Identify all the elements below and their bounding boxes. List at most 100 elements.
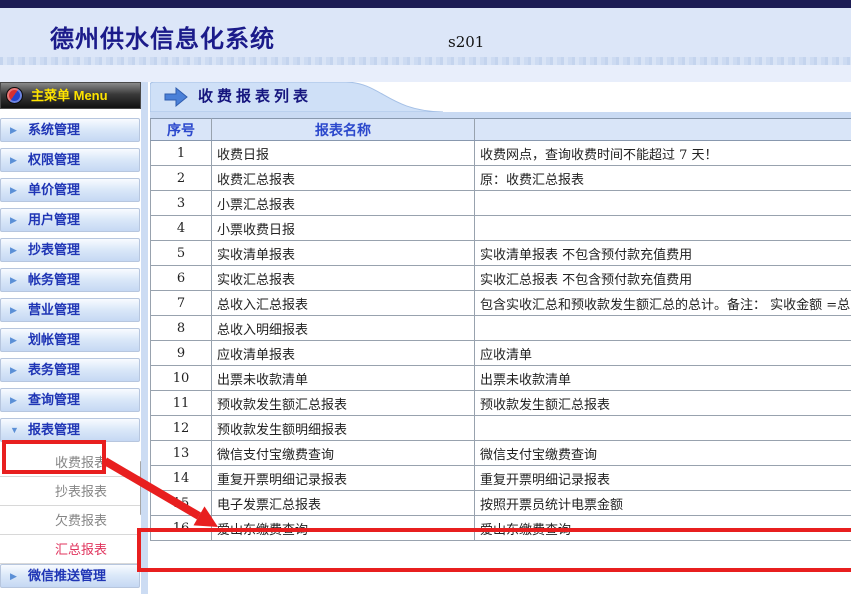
- report-name[interactable]: 总收入明细报表: [212, 316, 475, 341]
- sidebar-item-label: 查询管理: [28, 389, 80, 411]
- chevron-right-icon: ▶: [10, 269, 17, 291]
- sidebar-item-label: 营业管理: [28, 299, 80, 321]
- row-number: 6: [151, 266, 212, 291]
- tab-fee-report-list: 收费报表列表: [150, 82, 450, 112]
- sidebar-item-query-mgmt[interactable]: ▶ 查询管理: [0, 388, 140, 412]
- sidebar-item-wechat-push-mgmt[interactable]: ▶ 微信推送管理: [0, 564, 140, 588]
- row-number: 5: [151, 241, 212, 266]
- sidebar-subitem-fee-report[interactable]: 收费报表: [0, 448, 140, 477]
- chevron-right-icon: ▶: [10, 119, 17, 141]
- table-row[interactable]: 12预收款发生额明细报表: [151, 416, 851, 441]
- chevron-right-icon: ▶: [10, 389, 17, 411]
- table-row[interactable]: 13微信支付宝缴费查询微信支付宝缴费查询: [151, 441, 851, 466]
- row-number: 11: [151, 391, 212, 416]
- report-note: [475, 416, 851, 441]
- sidebar-item-report-mgmt[interactable]: ▼报表管理: [0, 418, 140, 442]
- chevron-right-icon: ▶: [10, 299, 17, 321]
- sidebar-subitem-arrears-report[interactable]: 欠费报表: [0, 506, 140, 535]
- report-name[interactable]: 小票汇总报表: [212, 191, 475, 216]
- report-note: 应收清单: [475, 341, 851, 366]
- sidebar-subitem-meter-reading-report[interactable]: 抄表报表: [0, 477, 140, 506]
- column-header-note: [475, 119, 851, 141]
- sidebar-item-system-mgmt[interactable]: ▶ 系统管理: [0, 118, 140, 142]
- sidebar-menu: ▶系统管理▶权限管理▶单价管理▶用户管理▶抄表管理▶帐务管理▶营业管理▶划帐管理…: [0, 118, 140, 594]
- table-row[interactable]: 1收费日报收费网点，查询收费时间不能超过 7 天！: [151, 141, 851, 166]
- sidebar-item-label: 微信推送管理: [28, 565, 106, 587]
- report-name[interactable]: 爱山东缴费查询: [212, 516, 475, 541]
- report-note: 预收款发生额汇总报表: [475, 391, 851, 416]
- table-row[interactable]: 2收费汇总报表原：收费汇总报表: [151, 166, 851, 191]
- row-number: 2: [151, 166, 212, 191]
- sidebar-item-meter-reading-mgmt[interactable]: ▶抄表管理: [0, 238, 140, 262]
- chevron-right-icon: ▶: [10, 209, 17, 231]
- report-name[interactable]: 收费日报: [212, 141, 475, 166]
- sidebar-subitem-summary-report[interactable]: 汇总报表: [0, 535, 140, 564]
- sidebar-item-business-mgmt[interactable]: ▶ 营业管理: [0, 298, 140, 322]
- table-row[interactable]: 15电子发票汇总报表按照开票员统计电票金额: [151, 491, 851, 516]
- table-row[interactable]: 3小票汇总报表: [151, 191, 851, 216]
- menu-logo-icon: [6, 87, 23, 104]
- table-row[interactable]: 16爱山东缴费查询爱山东缴费查询: [151, 516, 851, 541]
- report-note: 重复开票明细记录报表: [475, 466, 851, 491]
- report-note: [475, 191, 851, 216]
- report-note: 包含实收汇总和预收款发生额汇总的总计。备注： 实收金额 =总: [475, 291, 851, 316]
- report-name[interactable]: 应收清单报表: [212, 341, 475, 366]
- table-row[interactable]: 5实收清单报表实收清单报表 不包含预付款充值费用: [151, 241, 851, 266]
- sidebar-item-unit-price-mgmt[interactable]: ▶单价管理: [0, 178, 140, 202]
- report-name[interactable]: 收费汇总报表: [212, 166, 475, 191]
- report-name[interactable]: 预收款发生额汇总报表: [212, 391, 475, 416]
- report-name[interactable]: 实收汇总报表: [212, 266, 475, 291]
- table-header-row: 序号 报表名称: [151, 119, 851, 141]
- report-name[interactable]: 重复开票明细记录报表: [212, 466, 475, 491]
- sidebar-right-strip: [141, 82, 148, 594]
- column-header-number: 序号: [151, 119, 212, 141]
- table-row[interactable]: 7总收入汇总报表包含实收汇总和预收款发生额汇总的总计。备注： 实收金额 =总: [151, 291, 851, 316]
- row-number: 7: [151, 291, 212, 316]
- sidebar-item-label: 帐务管理: [28, 269, 80, 291]
- row-number: 16: [151, 516, 212, 541]
- report-name[interactable]: 出票未收款清单: [212, 366, 475, 391]
- report-name[interactable]: 实收清单报表: [212, 241, 475, 266]
- top-navy-bar: [0, 0, 851, 8]
- sidebar-item-meter-mgmt[interactable]: ▶表务管理: [0, 358, 140, 382]
- app-header: 德州供水信息化系统 s201: [0, 8, 851, 57]
- report-note: 爱山东缴费查询: [475, 516, 851, 541]
- report-name[interactable]: 预收款发生额明细报表: [212, 416, 475, 441]
- row-number: 15: [151, 491, 212, 516]
- report-note: 收费网点，查询收费时间不能超过 7 天！: [475, 141, 851, 166]
- tab-title: 收费报表列表: [198, 82, 312, 111]
- report-name[interactable]: 电子发票汇总报表: [212, 491, 475, 516]
- header-texture-band: [0, 57, 851, 65]
- chevron-right-icon: ▶: [10, 149, 17, 171]
- row-number: 8: [151, 316, 212, 341]
- report-note: [475, 316, 851, 341]
- table-row[interactable]: 8总收入明细报表: [151, 316, 851, 341]
- sidebar-item-user-mgmt[interactable]: ▶用户管理: [0, 208, 140, 232]
- report-name[interactable]: 微信支付宝缴费查询: [212, 441, 475, 466]
- main-panel: 收费报表列表 序号 报表名称 1收费日报收费网点，查询收费时间不能超过 7 天！…: [150, 82, 851, 594]
- sidebar-item-account-mgmt[interactable]: ▶ 帐务管理: [0, 268, 140, 292]
- report-note: 按照开票员统计电票金额: [475, 491, 851, 516]
- report-name[interactable]: 总收入汇总报表: [212, 291, 475, 316]
- report-name[interactable]: 小票收费日报: [212, 216, 475, 241]
- chevron-right-icon: ▶: [10, 565, 17, 587]
- table-row[interactable]: 14重复开票明细记录报表重复开票明细记录报表: [151, 466, 851, 491]
- tab-arrow-icon: [164, 85, 188, 109]
- table-row[interactable]: 11预收款发生额汇总报表预收款发生额汇总报表: [151, 391, 851, 416]
- sidebar-item-label: 抄表管理: [28, 239, 80, 261]
- table-row[interactable]: 6实收汇总报表实收汇总报表 不包含预付款充值费用: [151, 266, 851, 291]
- report-table: 序号 报表名称 1收费日报收费网点，查询收费时间不能超过 7 天！2收费汇总报表…: [150, 118, 851, 541]
- table-row[interactable]: 10出票未收款清单出票未收款清单: [151, 366, 851, 391]
- report-note: 微信支付宝缴费查询: [475, 441, 851, 466]
- table-row[interactable]: 9应收清单报表应收清单: [151, 341, 851, 366]
- chevron-right-icon: ▶: [10, 329, 17, 351]
- table-row[interactable]: 4小票收费日报: [151, 216, 851, 241]
- row-number: 3: [151, 191, 212, 216]
- sidebar-item-permission-mgmt[interactable]: ▶权限管理: [0, 148, 140, 172]
- session-code: s201: [448, 33, 484, 51]
- column-header-report-name: 报表名称: [212, 119, 475, 141]
- row-number: 4: [151, 216, 212, 241]
- sidebar-item-label: 划帐管理: [28, 329, 80, 351]
- sidebar-item-transfer-mgmt[interactable]: ▶ 划帐管理: [0, 328, 140, 352]
- sidebar-item-label: 系统管理: [28, 119, 80, 141]
